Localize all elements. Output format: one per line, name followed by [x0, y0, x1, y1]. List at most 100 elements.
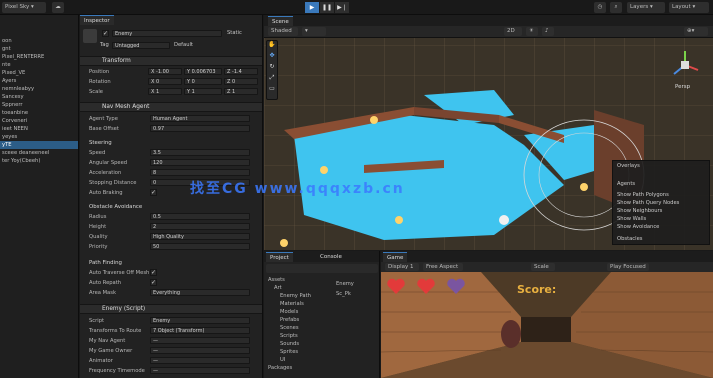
gizmos-dropdown[interactable]: ⊕▾ [684, 27, 708, 36]
layers-dropdown[interactable]: Layers ▾ [627, 2, 665, 13]
tab-game[interactable]: Game [383, 252, 408, 262]
tab-scene[interactable]: Scene [268, 16, 293, 26]
hierarchy-row-selected[interactable]: yTE [0, 141, 78, 149]
agent-type-dropdown[interactable]: Human Agent [150, 115, 250, 122]
hierarchy-row[interactable]: yeyes [0, 133, 78, 141]
folder-materials[interactable]: Materials [280, 301, 304, 307]
hierarchy-row[interactable]: Pixel_RENTERRE [0, 53, 78, 61]
scale-icon[interactable]: ⤢ [267, 74, 277, 85]
scale-y[interactable]: Y 1 [184, 88, 222, 95]
hierarchy-row[interactable]: gnt [0, 45, 78, 53]
overlay-avoidance[interactable]: Show Avoidance [617, 224, 659, 230]
position-x[interactable]: X -1.00 [148, 68, 182, 75]
position-z[interactable]: Z -1.4 [224, 68, 258, 75]
hierarchy-row[interactable]: Sppnerr [0, 101, 78, 109]
animator-field[interactable]: — [150, 357, 250, 364]
hierarchy-row[interactable]: sceee deaneeneel [0, 149, 78, 157]
scale-label[interactable]: Scale [531, 263, 555, 271]
area-mask-dropdown[interactable]: Everything [150, 289, 250, 296]
rotation-x[interactable]: X 0 [148, 78, 182, 85]
game-owner-field[interactable]: — [150, 347, 250, 354]
tag-dropdown[interactable]: Untagged [112, 42, 170, 49]
account-dropdown[interactable]: Pixel Sky ▾ [2, 2, 46, 13]
hand-icon[interactable]: ✋ [267, 41, 277, 52]
folder-scripts[interactable]: Scripts [280, 333, 298, 339]
hierarchy-row[interactable]: Sancesy [0, 93, 78, 101]
overlay-query-nodes[interactable]: Show Path Query Nodes [617, 200, 679, 206]
height-field[interactable]: 2 [150, 223, 250, 230]
rotation-z[interactable]: Z 0 [224, 78, 258, 85]
folder-models[interactable]: Models [280, 309, 298, 315]
play-focused-dropdown[interactable]: Play Focused [607, 263, 649, 271]
folder-sounds[interactable]: Sounds [280, 341, 299, 347]
cloud-icon[interactable]: ☁ [52, 2, 64, 13]
step-button[interactable]: ▶❘ [335, 2, 349, 13]
search-icon[interactable]: ⌕ [610, 2, 622, 13]
transform-header[interactable]: Transform [80, 56, 262, 66]
object-name-field[interactable]: Enemy [112, 30, 222, 37]
shading-dropdown[interactable]: ▾ [302, 27, 326, 36]
hierarchy-row[interactable]: nte [0, 61, 78, 69]
overlay-walls[interactable]: Show Walls [617, 216, 646, 222]
tab-inspector[interactable]: Inspector [80, 15, 114, 25]
static-label[interactable]: Static [227, 30, 242, 36]
folder-art[interactable]: Art [274, 285, 282, 291]
base-offset-field[interactable]: 0.97 [150, 125, 250, 132]
pause-button[interactable]: ❚❚ [320, 2, 334, 13]
play-button[interactable]: ▶ [305, 2, 319, 13]
persp-label[interactable]: Persp [675, 84, 690, 90]
scale-x[interactable]: X 1 [148, 88, 182, 95]
scale-z[interactable]: Z 1 [224, 88, 258, 95]
frequency-field[interactable]: — [150, 367, 250, 374]
folder-prefabs[interactable]: Prefabs [280, 317, 299, 323]
quality-dropdown[interactable]: High Quality [150, 233, 250, 240]
layout-dropdown[interactable]: Layout ▾ [669, 2, 709, 13]
auto-repath-checkbox[interactable]: ✓ [150, 279, 157, 286]
tab-project[interactable]: Project [266, 252, 293, 262]
folder-scenes[interactable]: Scenes [280, 325, 299, 331]
file-enemy[interactable]: Enemy [336, 281, 354, 287]
rect-icon[interactable]: ▭ [267, 85, 277, 96]
radius-field[interactable]: 0.5 [150, 213, 250, 220]
overlay-path-polygons[interactable]: Show Path Polygons [617, 192, 669, 198]
orientation-gizmo[interactable] [668, 48, 702, 82]
nav-agent-field[interactable]: — [150, 337, 250, 344]
project-search-input[interactable] [266, 264, 378, 273]
priority-field[interactable]: 50 [150, 243, 250, 250]
audio-icon[interactable]: ♪ [542, 27, 554, 36]
hierarchy-row[interactable]: oon [0, 37, 78, 45]
gizmo-2d-toggle[interactable]: 2D [504, 27, 522, 36]
nav-mesh-agent-header[interactable]: Nav Mesh Agent [80, 102, 262, 112]
auto-braking-checkbox[interactable]: ✓ [150, 189, 157, 196]
tab-console[interactable]: Console [316, 252, 346, 262]
angular-speed-field[interactable]: 120 [150, 159, 250, 166]
script-field[interactable]: Enemy [150, 317, 250, 324]
acceleration-field[interactable]: 8 [150, 169, 250, 176]
aspect-dropdown[interactable]: Free Aspect [423, 263, 463, 271]
hierarchy-row[interactable]: ieet NEEN [0, 125, 78, 133]
move-icon[interactable]: ✥ [267, 52, 277, 63]
folder-assets[interactable]: Assets [268, 277, 285, 283]
folder-ui[interactable]: UI [280, 357, 285, 363]
draw-mode-dropdown[interactable]: Shaded [268, 27, 298, 36]
overlay-neighbours[interactable]: Show Neighbours [617, 208, 662, 214]
history-icon[interactable]: ◷ [594, 2, 606, 13]
speed-field[interactable]: 3.5 [150, 149, 250, 156]
active-checkbox[interactable]: ✓ [102, 30, 109, 37]
rotate-icon[interactable]: ↻ [267, 63, 277, 74]
auto-traverse-checkbox[interactable]: ✓ [150, 269, 157, 276]
hierarchy-row[interactable]: ter Yoy(Cbeeh) [0, 157, 78, 165]
transforms-route-field[interactable]: 7 Object (Transform) [150, 327, 250, 334]
lighting-icon[interactable]: ☀ [526, 27, 538, 36]
enemy-script-header[interactable]: Enemy (Script) [80, 304, 262, 314]
display-dropdown[interactable]: Display 1 [385, 263, 419, 271]
hierarchy-row[interactable]: nemnleabyy [0, 85, 78, 93]
folder-sprites[interactable]: Sprites [280, 349, 298, 355]
file-sc-pk[interactable]: Sc_Pk [336, 291, 351, 297]
game-view[interactable]: Game Display 1 Free Aspect Scale Play Fo… [381, 251, 713, 378]
hierarchy-row[interactable]: toeanbine [0, 109, 78, 117]
hierarchy-row[interactable]: Ayers [0, 77, 78, 85]
position-y[interactable]: Y 0.006703 [184, 68, 222, 75]
hierarchy-row[interactable]: Pixed_VE [0, 69, 78, 77]
folder-packages[interactable]: Packages [268, 365, 292, 371]
